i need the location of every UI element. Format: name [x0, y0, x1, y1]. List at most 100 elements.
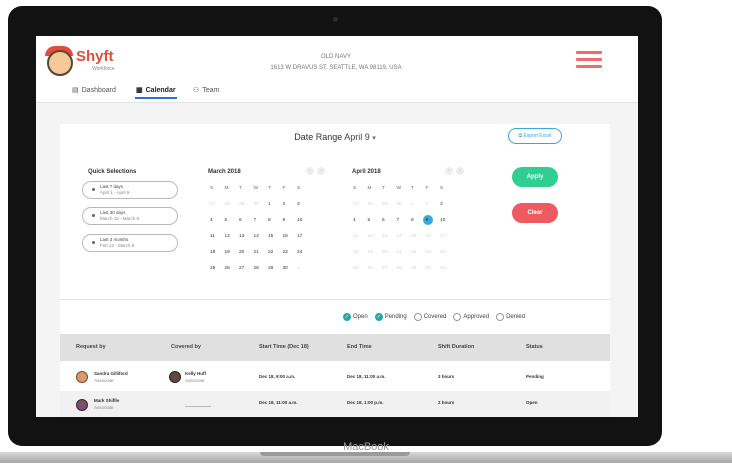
column-header[interactable]: Covered by [171, 344, 201, 350]
apply-button[interactable]: Apply [512, 167, 558, 187]
calendar-day[interactable]: 11 [210, 234, 225, 239]
calendar-day[interactable]: 27 [239, 266, 254, 271]
calendar-day[interactable]: 4 [210, 218, 225, 223]
calendar-day[interactable]: 8 [268, 218, 283, 223]
calendar-day-selected[interactable]: 9 [422, 215, 441, 225]
calendar-day[interactable]: 23 [426, 250, 441, 255]
calendar-day[interactable]: 5 [368, 218, 383, 223]
calendar-day[interactable]: 9 [283, 218, 298, 223]
calendar-day[interactable]: 27 [382, 266, 397, 271]
calendar-day[interactable]: 1 [268, 202, 283, 207]
calendar-day[interactable]: 12 [368, 234, 383, 239]
calendar-day[interactable]: 31 [440, 266, 455, 271]
tab-dashboard[interactable]: ▤ Dashboard [72, 86, 116, 95]
calendar-day[interactable]: 28 [254, 266, 269, 271]
quick-select-last-7[interactable]: Last 7 days April 1 - April 9 [82, 181, 178, 199]
calendar-day[interactable]: 1 [297, 266, 312, 271]
calendar-day[interactable]: 26 [225, 266, 240, 271]
calendar-day[interactable]: 24 [297, 250, 312, 255]
calendar-day[interactable]: 27 [210, 202, 225, 207]
filter-denied[interactable]: Denied [496, 313, 525, 321]
calendar-day[interactable]: 29 [239, 202, 254, 207]
column-header[interactable]: Status [526, 344, 543, 350]
export-icon: ⧉ [518, 133, 523, 139]
calendar-day[interactable]: 12 [225, 234, 240, 239]
calendar-day[interactable]: 13 [382, 234, 397, 239]
export-excel-button[interactable]: ⧉ Export Excel [508, 128, 562, 144]
table-row[interactable]: Mark Shiflle Associate Dec 18, 11:00 a.m… [60, 391, 610, 417]
filter-approved[interactable]: Approved [453, 313, 489, 321]
calendar-day[interactable]: 18 [353, 250, 368, 255]
calendar-day[interactable]: 30 [254, 202, 269, 207]
chevron-left-icon[interactable]: ‹ [445, 167, 453, 175]
calendar-day[interactable]: 20 [239, 250, 254, 255]
tab-team[interactable]: ⚇ Team [193, 86, 219, 95]
calendar-day[interactable]: 7 [254, 218, 269, 223]
calendar-day[interactable]: 30 [283, 266, 298, 271]
calendar-day[interactable]: 5 [225, 218, 240, 223]
calendar-day[interactable]: 19 [368, 250, 383, 255]
calendar-day[interactable]: 20 [382, 250, 397, 255]
calendar-day[interactable]: 26 [368, 266, 383, 271]
calendar-day[interactable]: 3 [297, 202, 312, 207]
quick-select-last-30[interactable]: Last 30 days March 15 - March 9 [82, 207, 178, 225]
calendar-day[interactable]: 6 [239, 218, 254, 223]
calendar-day[interactable]: 22 [411, 250, 426, 255]
calendar-day[interactable]: 16 [283, 234, 298, 239]
calendar-day[interactable]: 28 [225, 202, 240, 207]
calendar-day[interactable]: 14 [254, 234, 269, 239]
filter-covered[interactable]: Covered [413, 313, 446, 321]
calendar-day[interactable]: 2 [426, 202, 441, 207]
calendar-day[interactable]: 14 [397, 234, 412, 239]
calendar-day[interactable]: 10 [297, 218, 312, 223]
calendar-day[interactable]: 3 [440, 202, 455, 207]
table-row[interactable]: Sandra Gilliford Associate Kelly Huff As… [60, 361, 610, 391]
calendar-day[interactable]: 27 [353, 202, 368, 207]
clear-button[interactable]: Clear [512, 203, 558, 223]
calendar-day[interactable]: 28 [368, 202, 383, 207]
column-header[interactable]: Request by [76, 344, 106, 350]
calendar-day[interactable]: 17 [440, 234, 455, 239]
calendar-day[interactable]: 30 [426, 266, 441, 271]
calendar-day[interactable]: 15 [411, 234, 426, 239]
calendar-day[interactable]: 21 [254, 250, 269, 255]
calendar-day[interactable]: 6 [382, 218, 397, 223]
calendar-day[interactable]: 13 [239, 234, 254, 239]
calendar-day[interactable]: 18 [210, 250, 225, 255]
chevron-left-icon[interactable]: ‹ [306, 167, 314, 175]
calendar-day[interactable]: 28 [397, 266, 412, 271]
calendar-day[interactable]: 16 [426, 234, 441, 239]
calendar-day[interactable]: 24 [440, 250, 455, 255]
calendar-day[interactable]: 29 [268, 266, 283, 271]
calendar-day[interactable]: 23 [283, 250, 298, 255]
chevron-right-icon[interactable]: › [456, 167, 464, 175]
calendar-day[interactable]: 29 [382, 202, 397, 207]
april-week-3: 11 12 13 14 15 16 17 [353, 234, 455, 239]
filter-pending[interactable]: ✓ Pending [374, 313, 407, 321]
brand-name[interactable]: Shyft [76, 48, 114, 65]
calendar-day[interactable]: 22 [268, 250, 283, 255]
tab-calendar[interactable]: ▦ Calendar [136, 86, 176, 95]
calendar-day[interactable]: 25 [353, 266, 368, 271]
calendar-day[interactable]: 4 [353, 218, 368, 223]
calendar-day[interactable]: 10 [440, 218, 455, 223]
calendar-day[interactable]: 1 [411, 202, 426, 207]
hamburger-menu-icon[interactable] [576, 51, 602, 69]
filter-open[interactable]: ✓ Open [343, 313, 368, 321]
chevron-right-icon[interactable]: › [317, 167, 325, 175]
calendar-day[interactable]: 25 [210, 266, 225, 271]
calendar-day[interactable]: 29 [411, 266, 426, 271]
calendar-day[interactable]: 11 [353, 234, 368, 239]
column-header[interactable]: End Time [347, 344, 372, 350]
calendar-day[interactable]: 19 [225, 250, 240, 255]
quick-select-last-3-months[interactable]: Last 3 months Feb 13 - March 9 [82, 234, 178, 252]
column-header[interactable]: Start Time (Dec 18) [259, 344, 309, 350]
column-header[interactable]: Shift Duration [438, 344, 474, 350]
date-range-label: Date Range [294, 132, 343, 142]
calendar-day[interactable]: 7 [397, 218, 412, 223]
calendar-day[interactable]: 21 [397, 250, 412, 255]
calendar-day[interactable]: 2 [283, 202, 298, 207]
calendar-day[interactable]: 30 [397, 202, 412, 207]
calendar-day[interactable]: 17 [297, 234, 312, 239]
calendar-day[interactable]: 15 [268, 234, 283, 239]
